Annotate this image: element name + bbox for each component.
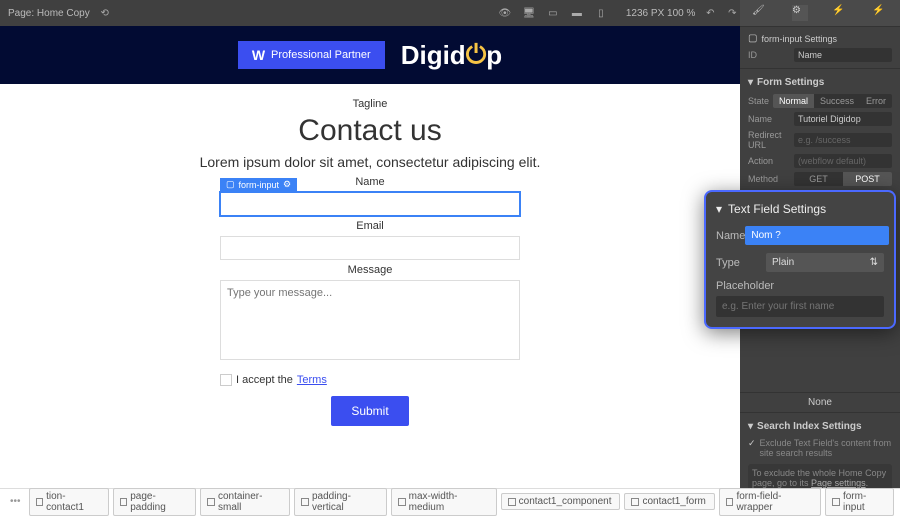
none-label: None bbox=[808, 397, 832, 408]
tablet-landscape-icon[interactable]: ▬ bbox=[570, 6, 584, 20]
crumb[interactable]: page-padding bbox=[113, 488, 197, 516]
brush-icon[interactable]: 🖌 bbox=[752, 5, 768, 21]
pop-name-input[interactable] bbox=[745, 226, 889, 245]
breadcrumb-more[interactable]: ••• bbox=[6, 496, 25, 507]
terms-checkbox[interactable] bbox=[220, 374, 232, 386]
crumb[interactable]: contact1_component bbox=[501, 493, 621, 510]
eye-icon[interactable]: 👁 bbox=[498, 6, 512, 20]
page-settings-link[interactable]: Page settings bbox=[811, 478, 866, 488]
method-get[interactable]: GET bbox=[794, 172, 843, 186]
form-name-label: Name bbox=[748, 114, 790, 124]
search-settings-header[interactable]: ▾ Search Index Settings bbox=[748, 417, 892, 436]
submit-button[interactable]: Submit bbox=[331, 396, 408, 426]
selection-tag[interactable]: ▢ form-input ⚙ bbox=[220, 178, 297, 191]
box-icon bbox=[36, 498, 44, 506]
gear-icon[interactable]: ⚙ bbox=[283, 179, 291, 190]
box-icon bbox=[301, 498, 309, 506]
terms-row: I accept the Terms bbox=[220, 374, 327, 386]
action-label: Action bbox=[748, 156, 790, 166]
box-icon: ▢ bbox=[748, 33, 757, 44]
lead-text: Lorem ipsum dolor sit amet, consectetur … bbox=[200, 154, 541, 170]
text-field-settings-popover: ▾ Text Field Settings Name Type Plain⇅ P… bbox=[704, 190, 896, 329]
bolt-icon[interactable]: ⚡ bbox=[872, 5, 888, 21]
method-post[interactable]: POST bbox=[843, 172, 892, 186]
name-label: Name bbox=[355, 176, 384, 188]
gear-icon[interactable]: ⚙ bbox=[792, 5, 808, 21]
sliders-icon[interactable]: ⚡ bbox=[832, 5, 848, 21]
terms-link[interactable]: Terms bbox=[297, 374, 327, 386]
state-label: State bbox=[748, 96, 769, 106]
popover-header: ▾ Text Field Settings bbox=[716, 202, 884, 216]
crumb[interactable]: form-field-wrapper bbox=[719, 488, 822, 516]
state-normal[interactable]: Normal bbox=[773, 94, 814, 108]
crumb[interactable]: max-width-medium bbox=[391, 488, 497, 516]
box-icon bbox=[726, 498, 734, 506]
form-settings-header[interactable]: ▾ Form Settings bbox=[748, 73, 892, 92]
page-title: Contact us bbox=[298, 114, 441, 148]
navigator-breadcrumb: ••• tion-contact1 page-padding container… bbox=[0, 488, 900, 514]
crumb[interactable]: contact1_form bbox=[624, 493, 714, 510]
contact-form: Name ▢ form-input ⚙ Email Message I acce… bbox=[220, 176, 520, 426]
redirect-value[interactable]: e.g. /success bbox=[794, 133, 892, 147]
email-input[interactable] bbox=[220, 236, 520, 260]
id-label: ID bbox=[748, 50, 790, 60]
redo-icon[interactable]: ↷ bbox=[725, 6, 739, 20]
hero-banner: W Professional Partner Digid⏻p bbox=[0, 26, 740, 84]
crumb[interactable]: container-small bbox=[200, 488, 290, 516]
pop-placeholder-input[interactable] bbox=[716, 296, 884, 317]
pop-name-label: Name bbox=[716, 230, 745, 242]
webflow-logo-icon: W bbox=[252, 47, 265, 63]
box-icon: ▢ bbox=[226, 179, 235, 190]
method-label: Method bbox=[748, 174, 790, 184]
box-icon bbox=[508, 498, 516, 506]
box-icon bbox=[207, 498, 215, 506]
logo: Digid⏻p bbox=[401, 39, 502, 71]
exclude-text: Exclude Text Field's content from site s… bbox=[760, 438, 892, 458]
tablet-icon[interactable]: ▭ bbox=[546, 6, 560, 20]
zoom-level[interactable]: 1236 PX 100 % bbox=[626, 8, 696, 19]
canvas: W Professional Partner Digid⏻p Tagline C… bbox=[0, 26, 740, 488]
crumb[interactable]: form-input bbox=[825, 488, 894, 516]
check-icon[interactable]: ✓ bbox=[748, 438, 756, 449]
selector-title: form-input Settings bbox=[761, 34, 837, 44]
crumb[interactable]: padding-vertical bbox=[294, 488, 387, 516]
state-error[interactable]: Error bbox=[860, 94, 892, 108]
pop-type-label: Type bbox=[716, 257, 766, 269]
redirect-label: Redirect URL bbox=[748, 130, 790, 150]
page-label[interactable]: Page: Home Copy bbox=[8, 8, 90, 19]
name-field-wrapper: ▢ form-input ⚙ bbox=[220, 192, 520, 216]
message-textarea[interactable] bbox=[220, 280, 520, 360]
mobile-icon[interactable]: ▯ bbox=[594, 6, 608, 20]
action-value[interactable]: (webflow default) bbox=[794, 154, 892, 168]
chevron-icon: ⇅ bbox=[870, 257, 878, 268]
id-value[interactable]: Name bbox=[794, 48, 892, 62]
refresh-icon[interactable]: ⟲ bbox=[98, 6, 112, 20]
power-icon: ⏻ bbox=[466, 39, 487, 71]
box-icon bbox=[631, 498, 639, 506]
state-success[interactable]: Success bbox=[814, 94, 860, 108]
form-name-value[interactable]: Tutoriel Digidop bbox=[794, 112, 892, 126]
box-icon bbox=[832, 498, 840, 506]
box-icon bbox=[120, 498, 128, 506]
box-icon bbox=[398, 498, 406, 506]
partner-label: Professional Partner bbox=[271, 49, 371, 61]
name-input[interactable] bbox=[220, 192, 520, 216]
page-content: Tagline Contact us Lorem ipsum dolor sit… bbox=[0, 84, 740, 440]
crumb[interactable]: tion-contact1 bbox=[29, 488, 109, 516]
message-label: Message bbox=[348, 264, 393, 276]
pop-type-select[interactable]: Plain⇅ bbox=[766, 253, 884, 272]
desktop-icon[interactable]: 🖥 bbox=[522, 6, 536, 20]
partner-badge: W Professional Partner bbox=[238, 41, 385, 69]
terms-text: I accept the bbox=[236, 374, 293, 386]
pop-placeholder-label: Placeholder bbox=[716, 280, 884, 292]
tagline: Tagline bbox=[353, 98, 388, 110]
email-label: Email bbox=[356, 220, 384, 232]
undo-icon[interactable]: ↶ bbox=[703, 6, 717, 20]
